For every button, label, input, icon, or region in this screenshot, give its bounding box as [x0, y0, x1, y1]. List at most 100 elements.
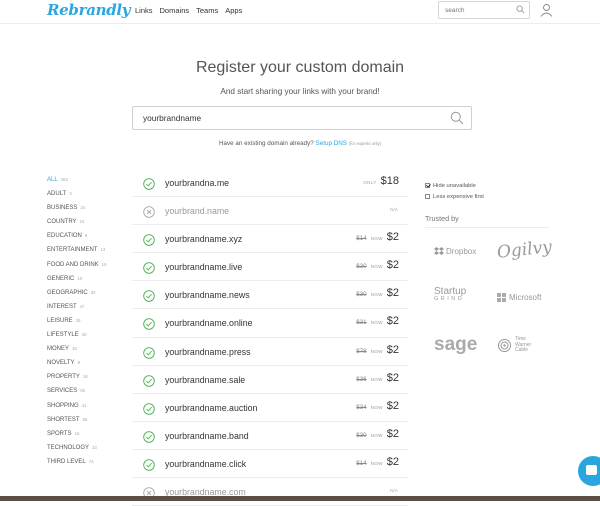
category-name: LIFESTYLE [47, 332, 79, 339]
category-count: 24 [79, 219, 85, 225]
available-check-icon [143, 261, 155, 279]
price-label: NOW [370, 292, 383, 298]
search-icon[interactable] [450, 111, 464, 125]
domain-name: yourbrandname.live [165, 262, 243, 273]
domain-row[interactable]: yourbrandna.me ONLY $18 [132, 169, 408, 198]
old-price: $30 [356, 291, 367, 299]
domain-row[interactable]: yourbrandname.xyz $14 NOW $2 [132, 225, 408, 254]
category-name: THIRD LEVEL [47, 458, 86, 465]
filter-option-label: Hide unavailable [433, 182, 476, 189]
category-item[interactable]: SPORTS 16 [47, 431, 132, 445]
category-name: SHOPPING [47, 402, 79, 409]
category-item[interactable]: FOOD AND DRINK 19 [47, 262, 132, 276]
domain-row[interactable]: yourbrandname.press $78 NOW $2 [132, 338, 408, 366]
category-count: 32 [90, 289, 96, 295]
category-item[interactable]: PROPERTY 18 [47, 374, 132, 388]
category-item[interactable]: MONEY 18 [47, 346, 132, 360]
domain-name: yourbrandname.click [165, 458, 247, 469]
dropbox-icon [434, 247, 444, 255]
domain-name: yourbrand.name [165, 206, 230, 217]
domain-results-list: yourbrandna.me ONLY $18 yourbrand.name N/A yo… [132, 169, 408, 506]
header-search-input[interactable] [439, 2, 519, 18]
category-item[interactable]: TECHNOLOGY 23 [47, 445, 132, 459]
domain-name: yourbrandname.auction [165, 402, 258, 413]
old-price: $31 [356, 319, 367, 327]
category-item[interactable]: INTEREST 47 [47, 304, 132, 318]
category-item[interactable]: SHORTEST 58 [47, 417, 132, 431]
available-check-icon [143, 177, 155, 195]
category-item[interactable]: EDUCATION 6 [47, 233, 132, 247]
category-count: 34 [80, 205, 86, 211]
category-name: ENTERTAINMENT [47, 247, 98, 254]
nav-teams[interactable]: Teams [196, 6, 218, 15]
category-item[interactable]: ENTERTAINMENT 13 [47, 247, 132, 261]
chat-launcher-button[interactable] [578, 456, 600, 486]
category-item[interactable]: GENERIC 10 [47, 276, 132, 290]
price-box: $78 NOW $2 [356, 344, 399, 356]
price-box: $14 NOW $2 [356, 231, 399, 243]
category-item[interactable]: SHOPPING 41 [47, 403, 132, 417]
price-label: NOW [370, 432, 383, 438]
price-box: ONLY $18 [363, 175, 399, 187]
category-item[interactable]: ALL 483 [47, 177, 132, 191]
category-item[interactable]: GEOGRAPHIC 32 [47, 290, 132, 304]
user-avatar-icon[interactable] [540, 3, 553, 17]
price-box: $30 NOW $2 [356, 287, 399, 299]
domain-row[interactable]: yourbrandname.band $30 NOW $2 [132, 422, 408, 450]
domain-row[interactable]: yourbrandname.sale $36 NOW $2 [132, 366, 408, 394]
setup-dns-link[interactable]: Setup DNS [316, 140, 348, 147]
search-icon[interactable] [516, 5, 525, 14]
category-item[interactable]: LEISURE 28 [47, 318, 132, 332]
domain-row[interactable]: yourbrandname.com N/A [132, 478, 408, 506]
top-navbar: Rebrandly Links Domains Teams Apps [0, 0, 600, 24]
nav-domains[interactable]: Domains [160, 6, 190, 15]
category-count: 13 [100, 247, 106, 253]
category-item[interactable]: THIRD LEVEL 74 [47, 459, 132, 473]
category-item[interactable]: LIFESTYLE 40 [47, 332, 132, 346]
price-box: $30 NOW $2 [356, 259, 399, 271]
nav-apps[interactable]: Apps [225, 6, 242, 15]
category-count: 58 [82, 416, 88, 422]
category-count: 9 [77, 360, 80, 366]
domain-name: yourbrandname.online [165, 318, 253, 329]
not-available-label: N/A [390, 208, 398, 214]
sage-logo: sage [434, 334, 478, 355]
unavailable-x-icon [143, 205, 155, 223]
domain-price: $2 [386, 259, 399, 272]
domain-row[interactable]: yourbrand.name N/A [132, 197, 408, 226]
domain-search-box [132, 106, 472, 130]
domain-row[interactable]: yourbrandname.news $30 NOW $2 [132, 281, 408, 310]
category-item[interactable]: BUSINESS 34 [47, 205, 132, 219]
domain-row[interactable]: yourbrandname.click $14 NOW $2 [132, 450, 408, 479]
category-name: ALL [47, 177, 58, 183]
category-name: LEISURE [47, 317, 73, 324]
filter-option[interactable]: Hide unavailable [425, 180, 484, 191]
available-check-icon [143, 317, 155, 335]
category-name: COUNTRY [47, 219, 77, 226]
domain-row[interactable]: yourbrandname.online $31 NOW $2 [132, 309, 408, 338]
price-box: $14 NOW $2 [356, 456, 399, 468]
category-count: 23 [92, 444, 97, 450]
rebrandly-logo[interactable]: Rebrandly [47, 1, 131, 19]
price-label: NOW [370, 348, 383, 354]
domain-row[interactable]: yourbrandname.auction $34 NOW $2 [132, 394, 408, 422]
filter-option[interactable]: Less expensive first [425, 191, 484, 202]
category-item[interactable]: SERVICES 65 [47, 388, 132, 402]
chat-icon [586, 465, 597, 475]
filter-option-label: Less expensive first [433, 193, 484, 200]
category-item[interactable]: ADULT 3 [47, 191, 132, 205]
domain-name: yourbrandname.xyz [165, 234, 243, 245]
price-label: NOW [370, 264, 383, 270]
domain-row[interactable]: yourbrandname.live $30 NOW $2 [132, 253, 408, 282]
nav-links[interactable]: Links [135, 6, 153, 15]
category-name: INTEREST [47, 303, 77, 310]
checkbox[interactable] [425, 194, 430, 199]
domain-price: $2 [386, 427, 399, 440]
page-subtitle: And start sharing your links with your b… [220, 87, 380, 96]
checkbox[interactable] [425, 183, 430, 188]
available-check-icon [143, 458, 155, 476]
domain-search-input[interactable] [133, 107, 443, 129]
category-item[interactable]: COUNTRY 24 [47, 219, 132, 233]
category-item[interactable]: NOVELTY 9 [47, 360, 132, 374]
main-nav: Links Domains Teams Apps [135, 6, 242, 15]
